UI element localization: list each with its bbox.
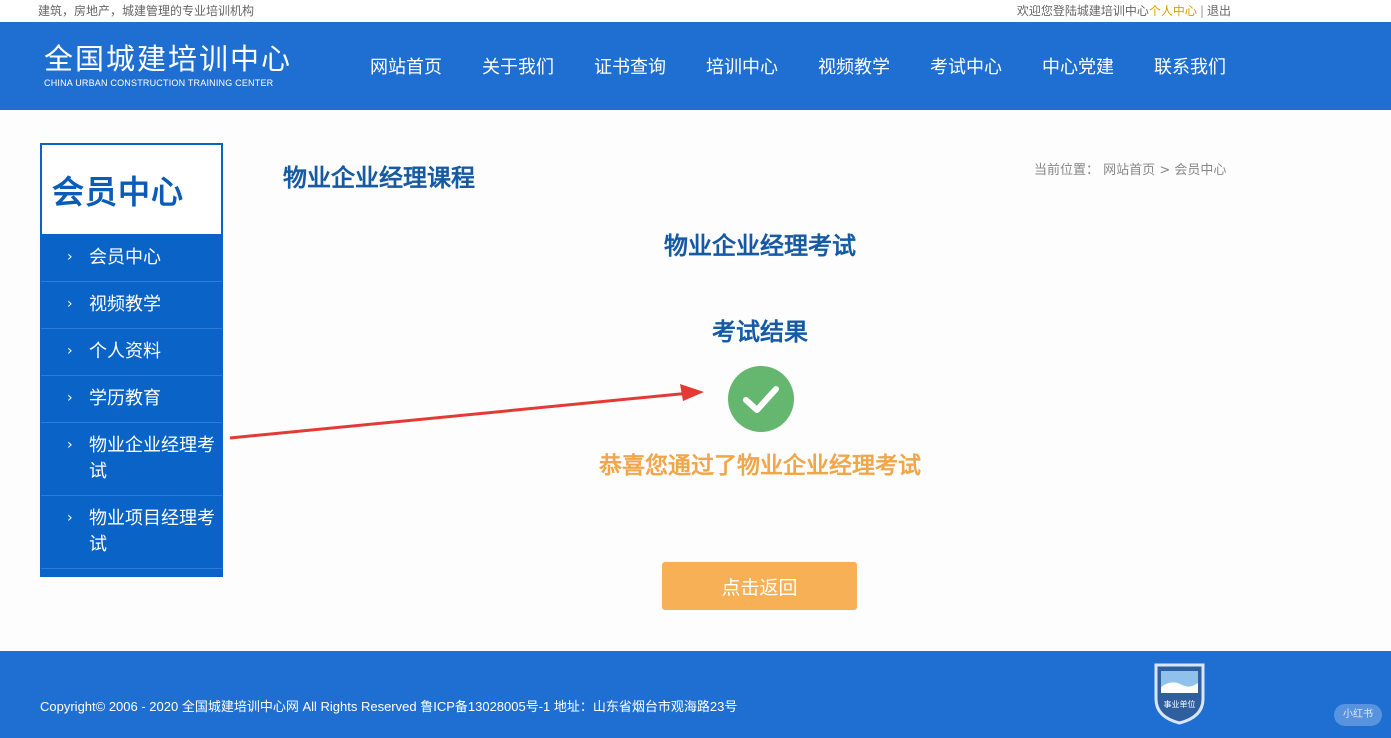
arrow-shaft xyxy=(229,391,691,440)
sidebar-item-education[interactable]: › 学历教育 xyxy=(41,376,222,423)
logout-link[interactable]: 退出 xyxy=(1207,4,1231,18)
sidebar-item-video[interactable]: › 视频教学 xyxy=(41,282,222,329)
checkmark-icon xyxy=(743,386,779,413)
nav-video[interactable]: 视频教学 xyxy=(798,53,910,79)
watermark: 小红书 xyxy=(1334,704,1382,726)
sidebar-item-project-manager-exam[interactable]: › 物业项目经理考试 xyxy=(41,496,222,569)
sidebar-item-enterprise-manager-exam[interactable]: › 物业企业经理考试 xyxy=(41,423,222,496)
chevron-right-icon: › xyxy=(67,437,73,453)
chevron-right-icon: › xyxy=(67,390,73,406)
result-title: 考试结果 xyxy=(712,318,808,346)
site-logo[interactable]: 全国城建培训中心 CHINA URBAN CONSTRUCTION TRAINI… xyxy=(44,42,292,88)
breadcrumb: 当前位置： 网站首页 > 会员中心 xyxy=(1034,159,1226,178)
institution-badge-icon: 事业单位 xyxy=(1154,663,1205,725)
chevron-right-icon: › xyxy=(67,296,73,312)
welcome-text: 欢迎您登陆城建培训中心 xyxy=(1016,4,1149,18)
site-header: 全国城建培训中心 CHINA URBAN CONSTRUCTION TRAINI… xyxy=(0,22,1391,110)
success-check-icon xyxy=(728,366,794,432)
user-links: 欢迎您登陆城建培训中心个人中心 | 退出 xyxy=(1017,2,1231,19)
arrow-head xyxy=(680,384,704,401)
sidebar-item-label: 个人资料 xyxy=(89,341,161,362)
sidebar-item-label: 物业项目经理考试 xyxy=(89,508,215,555)
sidebar-item-label: 视频教学 xyxy=(89,294,161,315)
congrats-message: 恭喜您通过了物业企业经理考试 xyxy=(599,453,921,479)
breadcrumb-prefix: 当前位置： xyxy=(1034,163,1100,178)
nav-certificate[interactable]: 证书查询 xyxy=(574,53,686,79)
chevron-right-icon: › xyxy=(67,510,73,526)
nav-party[interactable]: 中心党建 xyxy=(1022,53,1134,79)
exam-title: 物业企业经理考试 xyxy=(664,232,856,260)
nav-training[interactable]: 培训中心 xyxy=(686,53,798,79)
sidebar-item-label: 物业企业经理考试 xyxy=(89,435,215,482)
sidebar-item-profile[interactable]: › 个人资料 xyxy=(41,329,222,376)
sidebar-item-label: 学历教育 xyxy=(89,388,161,409)
tagline: 建筑，房地产，城建管理的专业培训机构 xyxy=(38,4,255,18)
logo-english: CHINA URBAN CONSTRUCTION TRAINING CENTER xyxy=(44,78,274,88)
nav-exam[interactable]: 考试中心 xyxy=(910,53,1022,79)
chevron-right-icon: › xyxy=(67,249,73,265)
course-title: 物业企业经理课程 xyxy=(283,164,475,192)
chevron-right-icon: › xyxy=(67,343,73,359)
copyright-text: Copyright© 2006 - 2020 全国城建培训中心网 All Rig… xyxy=(40,699,738,714)
sidebar-item-label: 会员中心 xyxy=(89,247,161,268)
sidebar-item-member-center[interactable]: › 会员中心 xyxy=(41,235,222,282)
back-button[interactable]: 点击返回 xyxy=(662,562,857,610)
top-bar: 建筑，房地产，城建管理的专业培训机构 欢迎您登陆城建培训中心个人中心 | 退出 xyxy=(0,0,1391,22)
sidebar-title-box: 会员中心 xyxy=(41,144,222,235)
separator: | xyxy=(1199,4,1204,18)
sidebar: 会员中心 › 会员中心 › 视频教学 › 个人资料 › 学历教育 › 物业企业经… xyxy=(40,143,223,577)
breadcrumb-separator: > xyxy=(1159,163,1171,178)
logo-chinese: 全国城建培训中心 xyxy=(44,42,293,76)
sidebar-title: 会员中心 xyxy=(52,172,185,211)
breadcrumb-home[interactable]: 网站首页 xyxy=(1103,163,1155,178)
site-footer: Copyright© 2006 - 2020 全国城建培训中心网 All Rig… xyxy=(0,651,1391,738)
nav-contact[interactable]: 联系我们 xyxy=(1134,53,1246,79)
breadcrumb-current[interactable]: 会员中心 xyxy=(1174,163,1226,178)
badge-text: 事业单位 xyxy=(1164,699,1196,709)
nav-home[interactable]: 网站首页 xyxy=(350,53,462,79)
member-center-link[interactable]: 个人中心 xyxy=(1149,4,1197,18)
nav-about[interactable]: 关于我们 xyxy=(462,53,574,79)
main-nav: 网站首页 关于我们 证书查询 培训中心 视频教学 考试中心 中心党建 联系我们 xyxy=(350,22,1246,110)
